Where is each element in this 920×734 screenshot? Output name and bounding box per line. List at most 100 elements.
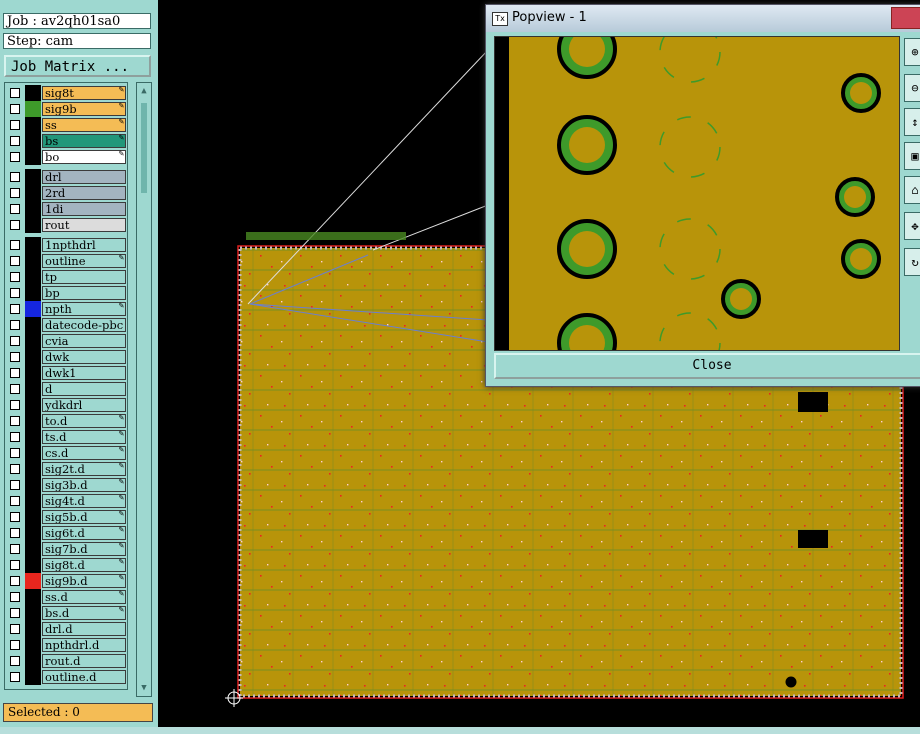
layer-color-swatch[interactable] [25, 445, 41, 461]
job-matrix-button[interactable]: Job Matrix ... [4, 55, 151, 77]
layer-checkbox[interactable] [10, 256, 20, 266]
layer-checkbox[interactable] [10, 640, 20, 650]
layer-color-swatch[interactable] [25, 637, 41, 653]
layer-row[interactable]: bo ✎ [5, 149, 127, 165]
layer-color-swatch[interactable] [25, 461, 41, 477]
pan-icon[interactable]: ↕ [904, 108, 920, 136]
layer-name[interactable]: bo [42, 150, 126, 164]
scroll-down-icon[interactable]: ▼ [139, 683, 149, 693]
layer-color-swatch[interactable] [25, 133, 41, 149]
layer-row[interactable]: ss.d ✎ [5, 589, 127, 605]
layer-checkbox[interactable] [10, 528, 20, 538]
popview-zoom-view[interactable] [494, 36, 900, 351]
layer-checkbox[interactable] [10, 352, 20, 362]
layer-row[interactable]: dwk1 [5, 365, 127, 381]
layer-name[interactable]: datecode-pbc [42, 318, 126, 332]
layer-color-swatch[interactable] [25, 169, 41, 185]
layer-checkbox[interactable] [10, 544, 20, 554]
layer-checkbox[interactable] [10, 432, 20, 442]
layer-checkbox[interactable] [10, 496, 20, 506]
layer-color-swatch[interactable] [25, 397, 41, 413]
layer-checkbox[interactable] [10, 656, 20, 666]
layer-color-swatch[interactable] [25, 285, 41, 301]
layer-row[interactable]: cs.d ✎ [5, 445, 127, 461]
layer-checkbox[interactable] [10, 288, 20, 298]
layer-color-swatch[interactable] [25, 605, 41, 621]
layer-color-swatch[interactable] [25, 477, 41, 493]
home-icon[interactable]: ⌂ [904, 176, 920, 204]
layer-color-swatch[interactable] [25, 85, 41, 101]
layer-name[interactable]: sig9b [42, 102, 126, 116]
layer-name[interactable]: cs.d [42, 446, 126, 460]
measure-icon[interactable]: ✥ [904, 212, 920, 240]
layer-list-scrollbar[interactable]: ▲ ▼ [136, 82, 152, 697]
layer-name[interactable]: to.d [42, 414, 126, 428]
layer-color-swatch[interactable] [25, 117, 41, 133]
popview-titlebar[interactable]: Tx Popview - 1 [486, 5, 920, 32]
layer-name[interactable]: outline.d [42, 670, 126, 684]
layer-row[interactable]: to.d ✎ [5, 413, 127, 429]
layer-row[interactable]: 1npthdrl [5, 237, 127, 253]
layer-checkbox[interactable] [10, 136, 20, 146]
layer-checkbox[interactable] [10, 480, 20, 490]
layer-color-swatch[interactable] [25, 185, 41, 201]
layer-row[interactable]: sig5b.d ✎ [5, 509, 127, 525]
layer-color-swatch[interactable] [25, 349, 41, 365]
layer-row[interactable]: drl [5, 169, 127, 185]
layer-checkbox[interactable] [10, 400, 20, 410]
layer-color-swatch[interactable] [25, 525, 41, 541]
layer-checkbox[interactable] [10, 336, 20, 346]
layer-name[interactable]: sig8t [42, 86, 126, 100]
layer-name[interactable]: 1di [42, 202, 126, 216]
layer-checkbox[interactable] [10, 104, 20, 114]
layer-row[interactable]: tp [5, 269, 127, 285]
layer-checkbox[interactable] [10, 240, 20, 250]
layer-checkbox[interactable] [10, 188, 20, 198]
layer-name[interactable]: ss [42, 118, 126, 132]
layer-row[interactable]: npthdrl.d [5, 637, 127, 653]
layer-color-swatch[interactable] [25, 493, 41, 509]
layer-name[interactable]: rout.d [42, 654, 126, 668]
layer-color-swatch[interactable] [25, 101, 41, 117]
layer-name[interactable]: ss.d [42, 590, 126, 604]
layer-name[interactable]: bs.d [42, 606, 126, 620]
layer-checkbox[interactable] [10, 152, 20, 162]
layer-checkbox[interactable] [10, 88, 20, 98]
refresh-icon[interactable]: ↻ [904, 248, 920, 276]
layer-name[interactable]: rout [42, 218, 126, 232]
layer-name[interactable]: sig6t.d [42, 526, 126, 540]
layer-color-swatch[interactable] [25, 621, 41, 637]
layer-color-swatch[interactable] [25, 269, 41, 285]
layer-row[interactable]: 1di [5, 201, 127, 217]
layer-name[interactable]: sig5b.d [42, 510, 126, 524]
layer-row[interactable]: sig7b.d ✎ [5, 541, 127, 557]
layer-row[interactable]: ydkdrl [5, 397, 127, 413]
layer-name[interactable]: cvia [42, 334, 126, 348]
layer-color-swatch[interactable] [25, 317, 41, 333]
layer-name[interactable]: drl [42, 170, 126, 184]
layer-color-swatch[interactable] [25, 365, 41, 381]
scroll-up-icon[interactable]: ▲ [139, 86, 149, 96]
zoom-in-icon[interactable]: ⊕ [904, 38, 920, 66]
layer-name[interactable]: ydkdrl [42, 398, 126, 412]
window-close-icon[interactable] [891, 7, 920, 29]
layer-checkbox[interactable] [10, 120, 20, 130]
layer-checkbox[interactable] [10, 672, 20, 682]
layer-row[interactable]: outline ✎ [5, 253, 127, 269]
layer-row[interactable]: bs ✎ [5, 133, 127, 149]
layer-color-swatch[interactable] [25, 253, 41, 269]
layer-checkbox[interactable] [10, 576, 20, 586]
layer-color-swatch[interactable] [25, 149, 41, 165]
layer-row[interactable]: dwk [5, 349, 127, 365]
layer-name[interactable]: 2rd [42, 186, 126, 200]
layer-color-swatch[interactable] [25, 669, 41, 685]
layer-color-swatch[interactable] [25, 413, 41, 429]
layer-color-swatch[interactable] [25, 509, 41, 525]
layer-checkbox[interactable] [10, 204, 20, 214]
layer-checkbox[interactable] [10, 560, 20, 570]
layer-checkbox[interactable] [10, 172, 20, 182]
layer-name[interactable]: outline [42, 254, 126, 268]
close-button[interactable]: Close [494, 353, 920, 379]
layer-name[interactable]: sig9b.d [42, 574, 126, 588]
layer-color-swatch[interactable] [25, 201, 41, 217]
